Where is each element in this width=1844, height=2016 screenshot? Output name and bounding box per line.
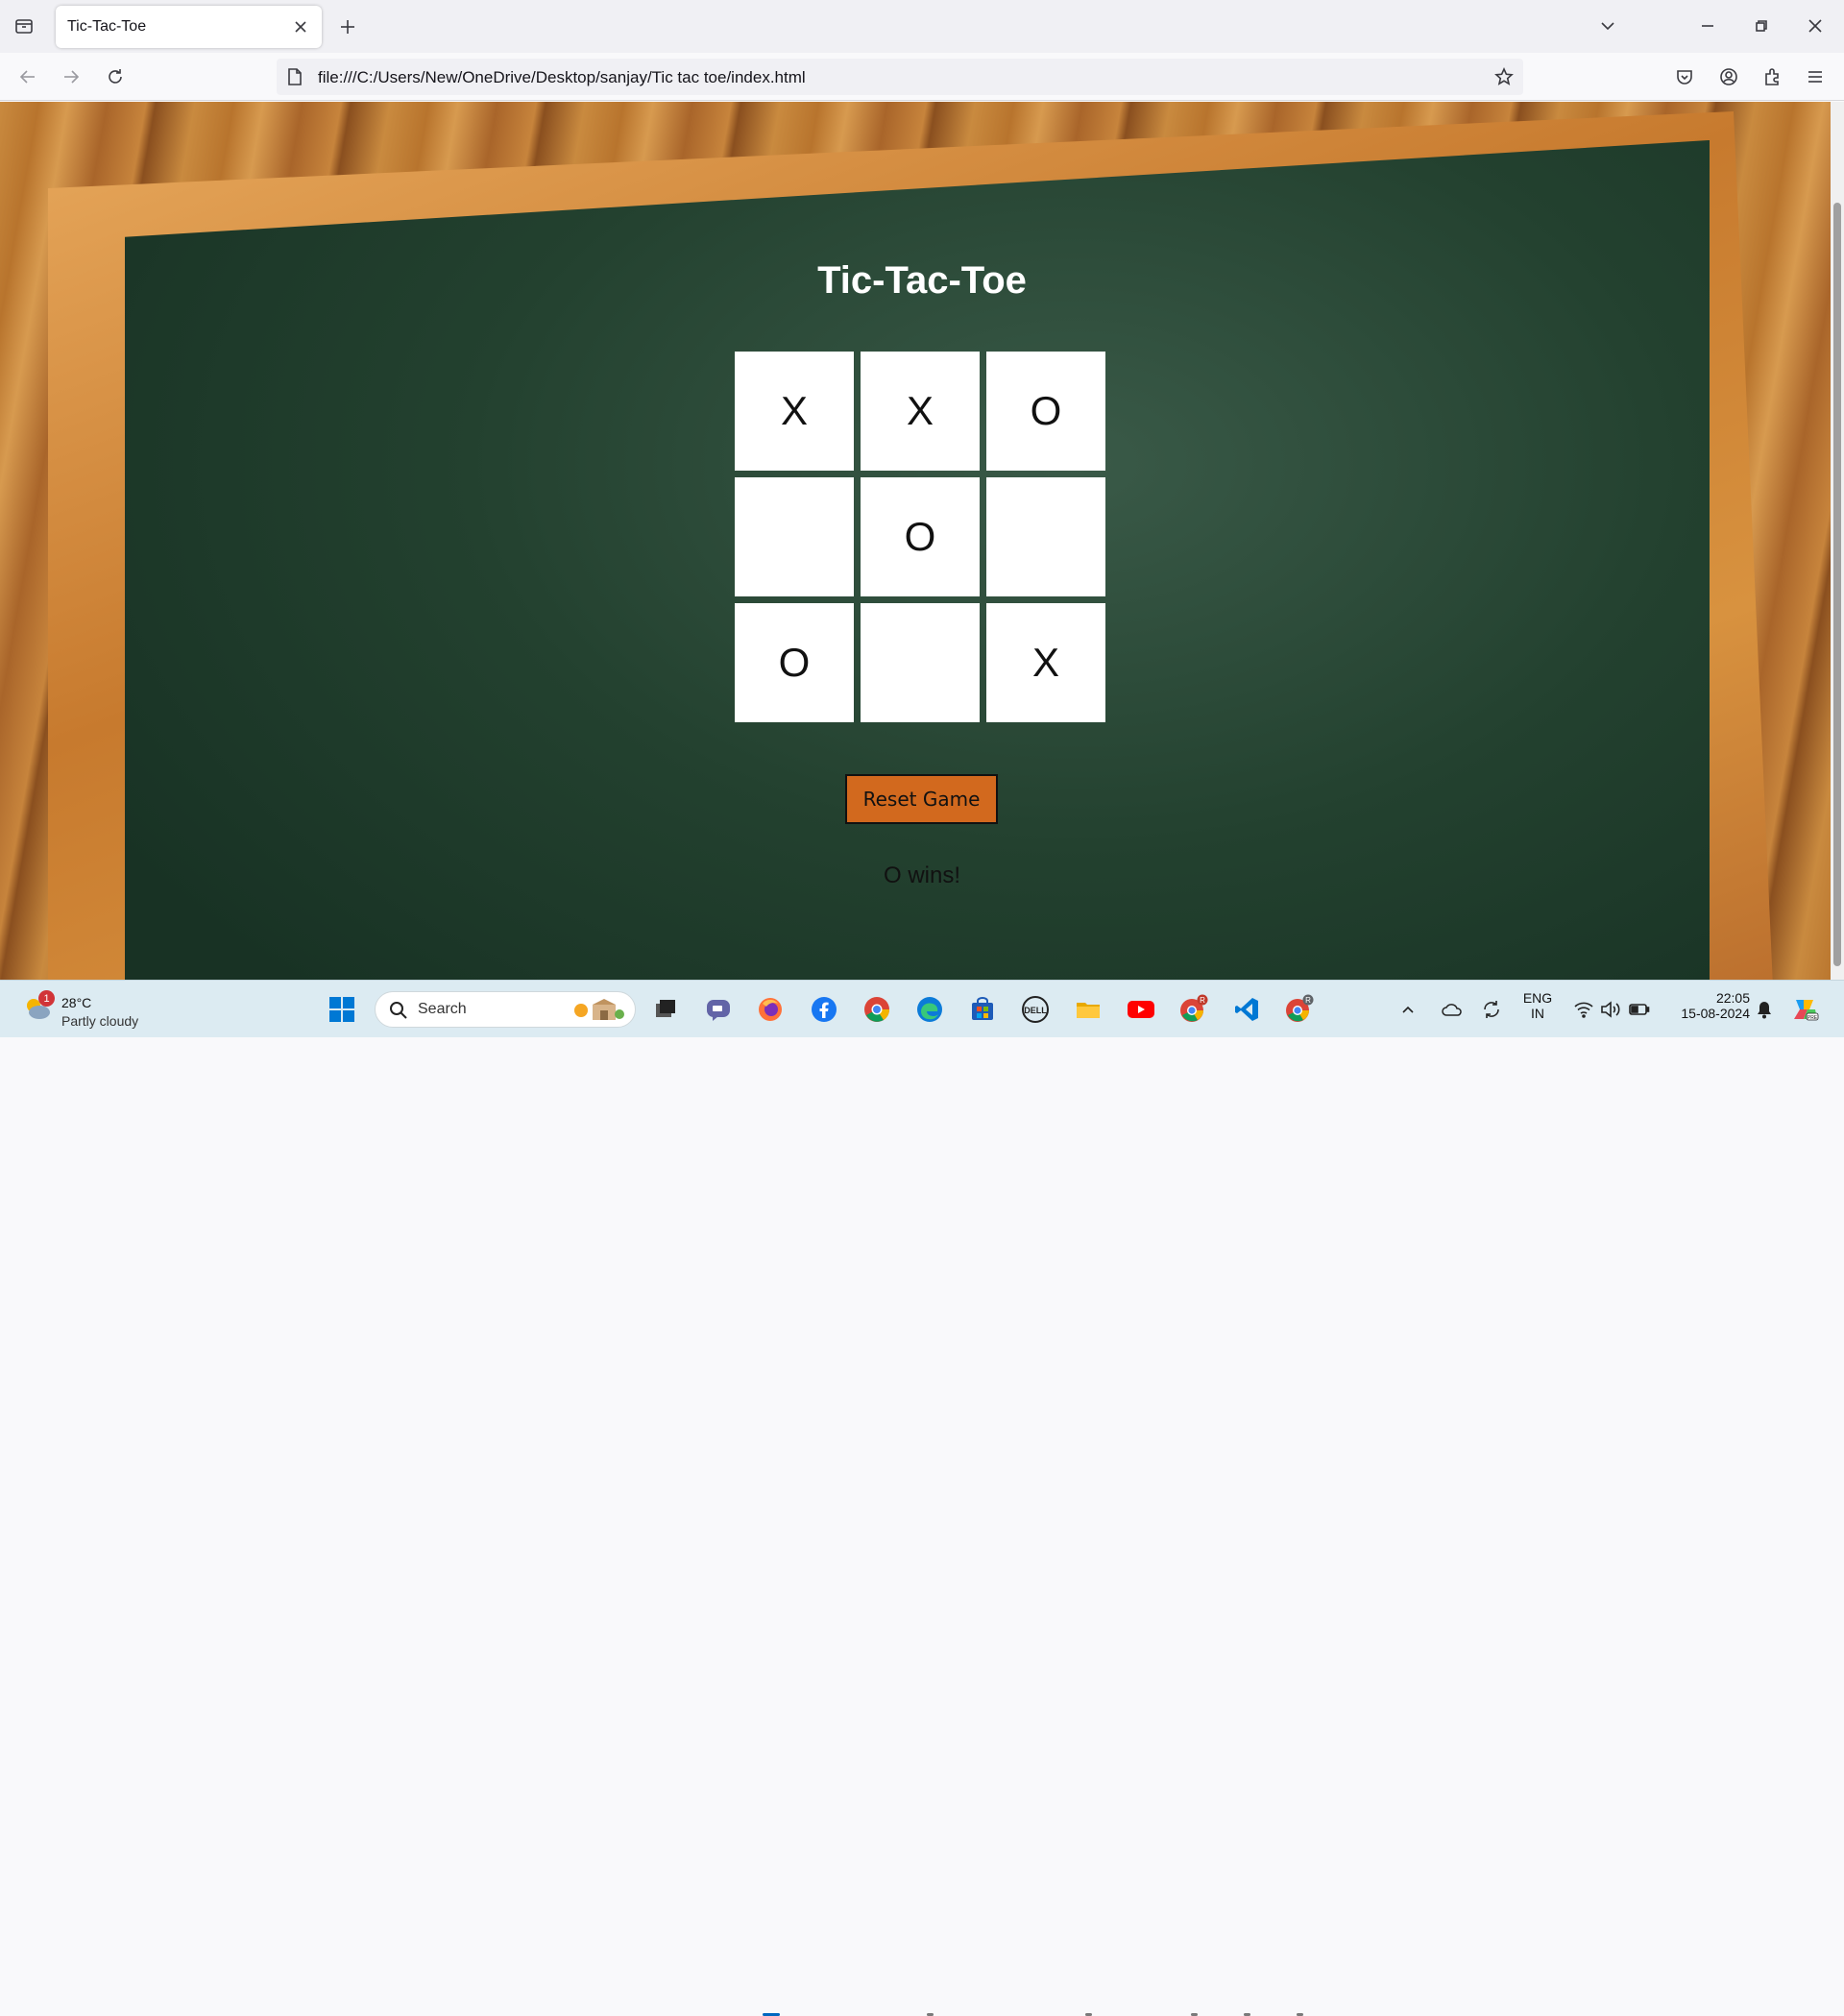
cell-8[interactable] — [861, 603, 980, 722]
clock-date: 15-08-2024 — [1681, 1006, 1750, 1021]
file-explorer-icon[interactable] — [1071, 992, 1105, 1027]
volume-icon[interactable] — [1596, 992, 1625, 1027]
teams-chat-icon[interactable] — [701, 992, 736, 1027]
chrome-icon[interactable] — [860, 992, 894, 1027]
cell-4[interactable] — [735, 477, 854, 596]
notification-bell-icon[interactable] — [1750, 992, 1779, 1027]
back-icon[interactable] — [12, 61, 44, 93]
page-icon — [286, 67, 305, 86]
close-window-icon[interactable] — [1798, 10, 1832, 42]
menu-icon[interactable] — [1799, 61, 1832, 93]
search-highlight-icon — [571, 997, 625, 1024]
pocket-icon[interactable] — [1668, 61, 1701, 93]
youtube-icon[interactable] — [1124, 992, 1158, 1027]
game-status: O wins! — [883, 862, 960, 888]
game-title: Tic-Tac-Toe — [817, 259, 1027, 302]
close-tab-icon[interactable] — [289, 15, 312, 38]
restore-icon[interactable] — [1744, 10, 1779, 42]
game-grid: X X O O O X — [735, 352, 1109, 726]
show-hidden-icons-chevron-icon[interactable] — [1396, 992, 1419, 1027]
new-tab-icon[interactable] — [334, 13, 361, 40]
vscode-icon[interactable] — [1229, 992, 1264, 1027]
svg-text:PRE: PRE — [1808, 1015, 1818, 1021]
tab-bar: Tic-Tac-Toe — [0, 0, 1844, 53]
cell-9[interactable]: X — [986, 603, 1105, 722]
start-icon[interactable] — [325, 992, 359, 1027]
cell-2[interactable]: X — [861, 352, 980, 471]
reset-game-button[interactable]: Reset Game — [845, 774, 998, 824]
battery-icon[interactable] — [1625, 992, 1654, 1027]
scrollbar-thumb[interactable] — [1833, 203, 1841, 966]
weather-condition: Partly cloudy — [61, 1013, 139, 1029]
tab-overflow-chevron-icon[interactable] — [1590, 10, 1625, 42]
weather-badge: 1 — [38, 990, 55, 1007]
account-icon[interactable] — [1712, 61, 1745, 93]
list-all-tabs-icon[interactable] — [10, 12, 38, 40]
sync-icon[interactable] — [1477, 992, 1506, 1027]
cell-5[interactable]: O — [861, 477, 980, 596]
vertical-scrollbar[interactable] — [1831, 102, 1844, 980]
cell-3[interactable]: O — [986, 352, 1105, 471]
tab-title: Tic-Tac-Toe — [67, 18, 147, 35]
copilot-icon[interactable]: PRE — [1788, 992, 1823, 1027]
region-code: IN — [1531, 1006, 1544, 1021]
url-text: file:///C:/Users/New/OneDrive/Desktop/sa… — [318, 68, 806, 86]
onedrive-icon[interactable] — [1439, 992, 1466, 1027]
language-indicator[interactable]: ENG IN — [1517, 990, 1558, 1021]
tab-tic-tac-toe[interactable]: Tic-Tac-Toe — [56, 6, 322, 48]
navigation-toolbar: file:///C:/Users/New/OneDrive/Desktop/sa… — [0, 53, 1844, 101]
chrome-profile-r-icon[interactable]: R — [1177, 992, 1211, 1027]
wifi-icon[interactable] — [1569, 992, 1598, 1027]
microsoft-store-icon[interactable] — [965, 992, 1000, 1027]
facebook-icon[interactable] — [807, 992, 841, 1027]
search-icon — [389, 1001, 408, 1025]
cell-1[interactable]: X — [735, 352, 854, 471]
taskbar-search[interactable]: Search — [375, 991, 636, 1028]
dell-icon[interactable]: DELL — [1018, 992, 1053, 1027]
chrome-profile-gray-icon[interactable]: R — [1282, 992, 1317, 1027]
reload-icon[interactable] — [99, 61, 132, 93]
game-container: Tic-Tac-Toe X X O O O X Reset Game O win… — [0, 102, 1831, 980]
svg-text:DELL: DELL — [1024, 1006, 1047, 1015]
cell-6[interactable] — [986, 477, 1105, 596]
windows-taskbar: 1 28°C Partly cloudy Search DELL R R ENG… — [0, 980, 1844, 2016]
bookmark-star-icon[interactable] — [1492, 65, 1516, 88]
svg-text:R: R — [1200, 996, 1205, 1005]
search-label: Search — [418, 1001, 467, 1017]
clock[interactable]: 22:05 15-08-2024 — [1673, 990, 1750, 1021]
edge-icon[interactable] — [912, 992, 947, 1027]
forward-icon[interactable] — [55, 61, 87, 93]
language-code: ENG — [1522, 990, 1553, 1006]
address-bar[interactable]: file:///C:/Users/New/OneDrive/Desktop/sa… — [277, 59, 1523, 95]
firefox-icon[interactable] — [753, 992, 788, 1027]
cell-7[interactable]: O — [735, 603, 854, 722]
task-view-icon[interactable] — [648, 992, 683, 1027]
page-viewport: Tic-Tac-Toe X X O O O X Reset Game O win… — [0, 102, 1831, 980]
weather-temp: 28°C — [61, 995, 92, 1010]
weather-widget[interactable]: 1 28°C Partly cloudy — [19, 988, 163, 1031]
clock-time: 22:05 — [1715, 990, 1750, 1006]
minimize-icon[interactable] — [1690, 10, 1725, 42]
svg-text:R: R — [1305, 996, 1311, 1005]
extensions-icon[interactable] — [1756, 61, 1788, 93]
